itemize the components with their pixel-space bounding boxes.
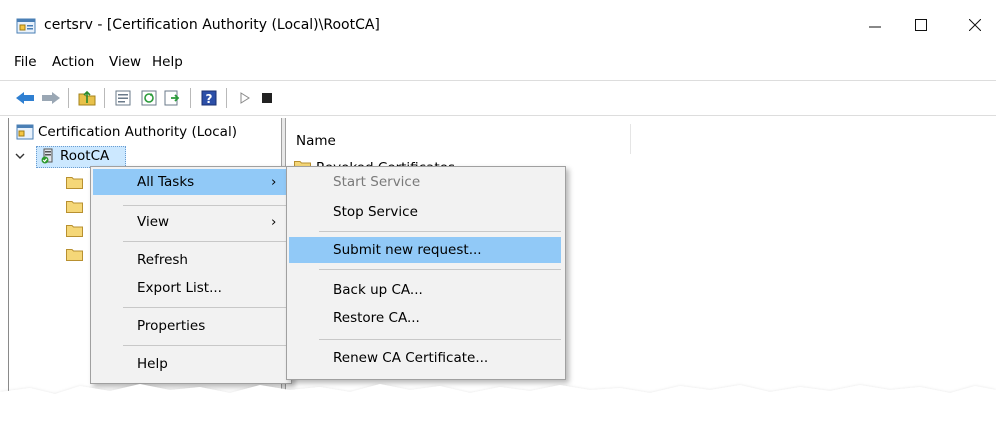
menu-help[interactable]: Help bbox=[152, 54, 183, 70]
toolbar-separator bbox=[190, 88, 191, 108]
menu-item-restore-ca[interactable]: Restore CA... bbox=[289, 305, 561, 331]
folder-icon[interactable] bbox=[66, 176, 83, 189]
menu-action[interactable]: Action bbox=[52, 54, 94, 70]
menu-item-label: Stop Service bbox=[333, 204, 418, 220]
folder-icon[interactable] bbox=[66, 248, 83, 261]
menu-item-renew-ca-certificate[interactable]: Renew CA Certificate... bbox=[289, 345, 561, 371]
certsrv-icon bbox=[16, 18, 36, 34]
certsrv-icon bbox=[16, 124, 34, 140]
column-name-label: Name bbox=[296, 133, 336, 149]
window-title: certsrv - [Certification Authority (Loca… bbox=[44, 17, 380, 33]
menu-separator bbox=[319, 231, 561, 232]
menu-item-label: Submit new request... bbox=[333, 242, 482, 258]
menu-file[interactable]: File bbox=[14, 54, 37, 70]
menu-item-all-tasks[interactable]: All Tasks › bbox=[93, 169, 287, 195]
menu-item-stop-service[interactable]: Stop Service bbox=[289, 199, 561, 225]
menu-separator bbox=[123, 307, 287, 308]
toolbar-separator bbox=[68, 88, 69, 108]
refresh-icon[interactable] bbox=[138, 88, 160, 108]
menu-item-back-up-ca[interactable]: Back up CA... bbox=[289, 277, 561, 303]
chevron-right-icon: › bbox=[271, 174, 277, 190]
tree-root-label[interactable]: Certification Authority (Local) bbox=[38, 124, 237, 140]
maximize-icon[interactable] bbox=[904, 10, 938, 40]
start-service-icon[interactable] bbox=[234, 88, 256, 108]
torn-edge bbox=[0, 378, 996, 419]
menu-view[interactable]: View bbox=[109, 54, 141, 70]
menu-item-label: Back up CA... bbox=[333, 282, 423, 298]
svg-text:?: ? bbox=[206, 92, 213, 106]
menu-item-label: Refresh bbox=[137, 252, 188, 268]
close-icon[interactable] bbox=[958, 10, 992, 40]
menu-item-label: Help bbox=[137, 356, 168, 372]
column-header[interactable] bbox=[286, 124, 631, 154]
export-list-icon[interactable] bbox=[162, 88, 184, 108]
menu-item-label: Export List... bbox=[137, 280, 222, 296]
menu-item-label: All Tasks bbox=[137, 174, 195, 190]
minimize-icon[interactable] bbox=[858, 10, 892, 40]
menu-item-help[interactable]: Help bbox=[93, 351, 287, 377]
help-icon[interactable]: ? bbox=[198, 88, 220, 108]
menu-item-refresh[interactable]: Refresh bbox=[93, 247, 287, 273]
menu-item-view[interactable]: View › bbox=[93, 209, 287, 235]
toolbar-separator bbox=[226, 88, 227, 108]
menu-item-label: Renew CA Certificate... bbox=[333, 350, 489, 366]
context-menu: All Tasks › View › Refresh Export List..… bbox=[90, 166, 292, 384]
chevron-down-icon[interactable] bbox=[14, 150, 26, 162]
back-arrow-icon[interactable] bbox=[14, 88, 36, 108]
menu-item-label: Start Service bbox=[333, 174, 421, 190]
folder-icon[interactable] bbox=[66, 200, 83, 213]
menu-item-start-service[interactable]: Start Service bbox=[289, 169, 561, 195]
menu-item-label: Properties bbox=[137, 318, 206, 334]
menu-item-label: Restore CA... bbox=[333, 310, 420, 326]
up-folder-icon[interactable] bbox=[76, 88, 98, 108]
menu-item-label: View bbox=[137, 214, 170, 230]
properties-icon[interactable] bbox=[112, 88, 134, 108]
menu-separator bbox=[123, 205, 287, 206]
menu-separator bbox=[123, 241, 287, 242]
menu-separator bbox=[123, 345, 287, 346]
menu-item-submit-new-request[interactable]: Submit new request... bbox=[289, 237, 561, 263]
menu-separator bbox=[319, 339, 561, 340]
stop-service-icon[interactable] bbox=[256, 88, 278, 108]
menu-item-export-list[interactable]: Export List... bbox=[93, 275, 287, 301]
forward-arrow-icon[interactable] bbox=[40, 88, 62, 108]
chevron-right-icon: › bbox=[271, 214, 277, 230]
tree-ca-label[interactable]: RootCA bbox=[60, 148, 109, 164]
toolbar-separator bbox=[104, 88, 105, 108]
all-tasks-submenu: Start Service Stop Service Submit new re… bbox=[286, 166, 566, 380]
ca-server-icon bbox=[40, 148, 56, 164]
menu-separator bbox=[319, 269, 561, 270]
menu-item-properties[interactable]: Properties bbox=[93, 313, 287, 339]
folder-icon[interactable] bbox=[66, 224, 83, 237]
